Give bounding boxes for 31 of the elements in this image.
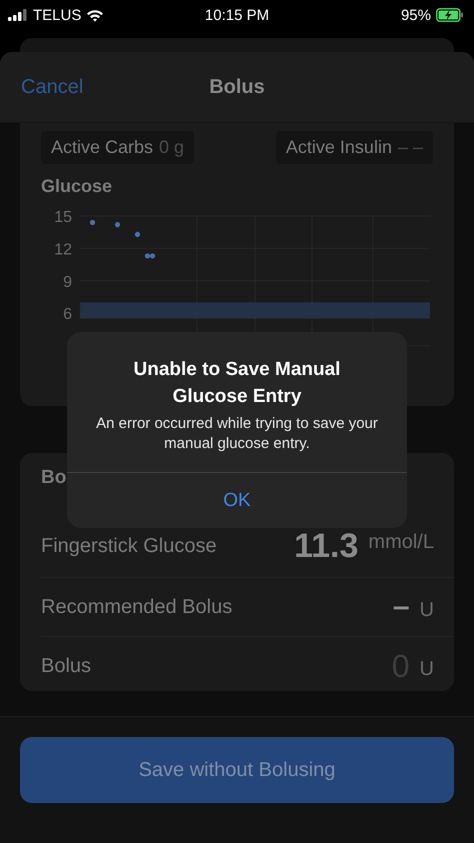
glucose-point	[90, 220, 96, 226]
unit-label: U	[420, 598, 434, 622]
unit-label: U	[420, 658, 434, 680]
clock-time: 10:15 PM	[204, 6, 270, 24]
row-label: Bolus	[41, 654, 92, 678]
chart-title: Glucose	[41, 176, 114, 197]
screen-title: Bolus	[209, 76, 265, 98]
glucose-point	[134, 232, 140, 237]
axis-tick-label: 9	[63, 274, 72, 291]
row-value: –	[392, 590, 410, 624]
summary-value: – –	[398, 137, 423, 157]
summary-label: Active Carbs	[51, 137, 154, 157]
summary-label: Active Insulin	[286, 137, 392, 157]
row-label: Fingerstick Glucose	[41, 534, 217, 558]
alert-message: An error occurred while trying to save your manual glucose entry.	[95, 414, 379, 454]
cancel-link[interactable]: Cancel	[21, 76, 84, 98]
battery-percent: 95%	[400, 6, 431, 24]
row-value: 11.3	[294, 526, 358, 566]
wifi-icon	[86, 8, 104, 22]
unit-label: mmol/L	[368, 530, 434, 554]
section-header: Bo	[41, 467, 66, 488]
ok-button[interactable]: OK	[67, 472, 407, 528]
summary-value: 0 g	[159, 137, 184, 157]
axis-tick-label: 6	[63, 306, 72, 324]
carrier-name: TELUS	[33, 6, 82, 24]
row-label: Recommended Bolus	[41, 596, 232, 618]
axis-tick-label: 12	[54, 241, 72, 258]
axis-tick-label: 15	[54, 209, 72, 226]
alert-title: Unable to Save Manual Glucose Entry	[132, 358, 342, 409]
glucose-point	[114, 222, 120, 228]
signal-icon	[8, 9, 28, 21]
